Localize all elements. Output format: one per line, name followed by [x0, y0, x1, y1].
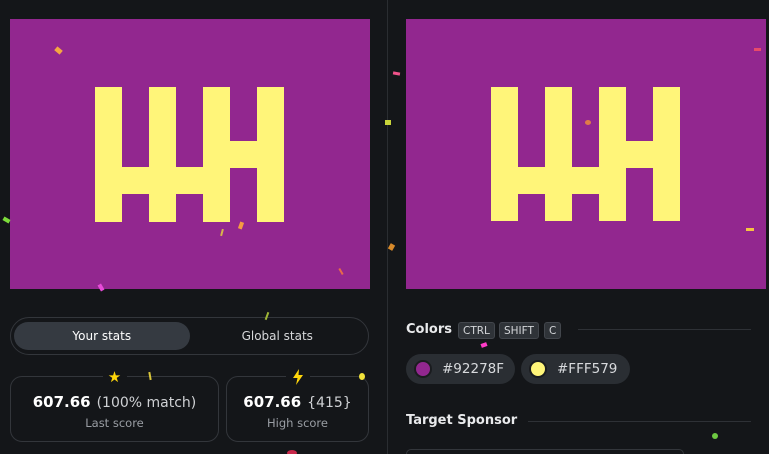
sponsor-title: Target Sponsor: [406, 413, 518, 428]
star-icon: ★: [102, 367, 127, 387]
high-score-card: 607.66 {415} High score: [226, 367, 369, 442]
high-score-label: High score: [267, 415, 328, 430]
sponsor-box: [406, 449, 684, 454]
target-shape: [491, 87, 680, 221]
colors-divider: [578, 329, 751, 330]
color-swatch-background[interactable]: #92278F: [406, 354, 515, 384]
high-score-chars: {415}: [307, 394, 352, 411]
shortcut-key-ctrl: CTRL: [458, 322, 495, 339]
color-dot-background: [414, 360, 432, 378]
color-hex-background: #92278F: [442, 361, 505, 377]
color-swatch-foreground[interactable]: #FFF579: [521, 354, 630, 384]
last-score-label: Last score: [85, 415, 144, 430]
target-canvas: [406, 19, 766, 289]
tab-global-stats[interactable]: Global stats: [190, 322, 366, 350]
sponsor-divider: [528, 421, 751, 422]
lightning-icon: [285, 367, 310, 387]
colors-title: Colors: [406, 322, 453, 337]
last-score-match: (100% match): [96, 394, 197, 411]
panel-divider: [387, 0, 388, 454]
tab-your-stats[interactable]: Your stats: [14, 322, 190, 350]
shortcut-key-c: C: [544, 322, 562, 339]
output-shape: [95, 87, 284, 222]
shortcut-key-shift: SHIFT: [499, 322, 539, 339]
color-dot-foreground: [529, 360, 547, 378]
color-hex-foreground: #FFF579: [557, 361, 618, 377]
stats-tabs: Your stats Global stats: [10, 317, 369, 355]
last-score-value: 607.66: [32, 392, 91, 411]
output-canvas: [10, 19, 370, 289]
high-score-value: 607.66: [243, 392, 302, 411]
last-score-card: ★ 607.66 (100% match) Last score: [10, 367, 219, 442]
